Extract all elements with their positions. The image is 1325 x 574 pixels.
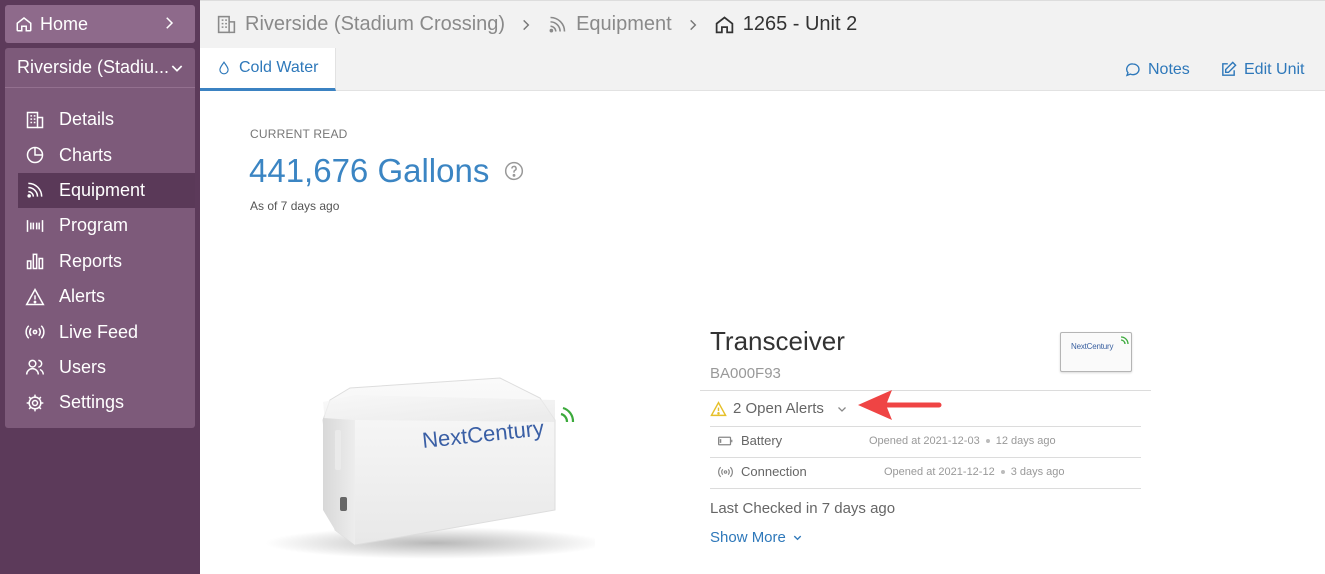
breadcrumb-site[interactable]: Riverside (Stadium Crossing) bbox=[216, 13, 505, 36]
breadcrumb-section-label: Equipment bbox=[576, 13, 672, 35]
notes-label: Notes bbox=[1148, 60, 1190, 78]
chevron-down-icon bbox=[837, 406, 846, 412]
alert-meta: Opened at 2021-12-03 12 days ago bbox=[869, 435, 1056, 447]
alert-name: Battery bbox=[741, 433, 783, 448]
chevron-right-icon bbox=[686, 18, 700, 32]
breadcrumb-unit-label: 1265 - Unit 2 bbox=[742, 13, 858, 35]
show-more-label: Show More bbox=[710, 529, 786, 546]
sidebar-item-label: Live Feed bbox=[59, 321, 139, 342]
sidebar-nav: Details Charts Equipment Program Reports… bbox=[5, 102, 195, 421]
edit-unit-label: Edit Unit bbox=[1244, 60, 1305, 78]
as-of-text: As of 7 days ago bbox=[250, 199, 340, 213]
battery-icon bbox=[718, 436, 733, 445]
home-label: Home bbox=[40, 13, 89, 34]
signal-icon bbox=[1120, 336, 1129, 345]
alert-row-battery[interactable]: Battery bbox=[718, 433, 782, 448]
separator-dot bbox=[985, 439, 990, 443]
chevron-down-icon bbox=[793, 535, 802, 541]
transceiver-image: NextCentury bbox=[265, 377, 595, 559]
divider bbox=[710, 457, 1141, 458]
site-name: Riverside (Stadiu... bbox=[17, 57, 170, 77]
divider bbox=[710, 488, 1141, 489]
help-icon[interactable] bbox=[504, 161, 524, 181]
warning-icon bbox=[25, 287, 45, 305]
sidebar-item-label: Reports bbox=[59, 250, 123, 271]
signal-icon bbox=[549, 16, 566, 33]
broadcast-icon bbox=[718, 466, 733, 477]
sidebar-item-label: Equipment bbox=[59, 179, 146, 200]
sidebar-item-reports[interactable]: Reports bbox=[5, 244, 195, 279]
transceiver-serial: BA000F93 bbox=[710, 365, 781, 382]
open-alerts-toggle[interactable]: 2 Open Alerts bbox=[710, 400, 848, 417]
tab-bar: Cold Water Notes Edit Unit bbox=[200, 48, 1325, 91]
bar-chart-icon bbox=[26, 253, 44, 270]
sidebar-item-live-feed[interactable]: Live Feed bbox=[5, 314, 195, 349]
warning-icon bbox=[710, 400, 727, 416]
chevron-right-icon bbox=[519, 18, 533, 32]
comment-icon bbox=[1125, 62, 1140, 76]
site-panel: Riverside (Stadiu... Details Charts Equi… bbox=[5, 48, 195, 428]
sidebar-item-label: Alerts bbox=[59, 286, 106, 307]
tab-label: Cold Water bbox=[239, 59, 319, 76]
signal-icon bbox=[27, 183, 43, 199]
last-checked-text: Last Checked in 7 days ago bbox=[710, 500, 896, 517]
sidebar-item-label: Settings bbox=[59, 392, 125, 413]
edit-icon bbox=[1222, 61, 1237, 76]
sidebar-item-charts[interactable]: Charts bbox=[5, 137, 195, 172]
tab-cold-water[interactable]: Cold Water bbox=[200, 48, 336, 91]
brand-logo-text: NextCentury bbox=[1071, 342, 1114, 351]
breadcrumb-site-label: Riverside (Stadium Crossing) bbox=[245, 13, 506, 35]
show-more-button[interactable]: Show More bbox=[710, 529, 803, 546]
site-selector[interactable]: Riverside (Stadiu... bbox=[5, 48, 195, 88]
sidebar-item-label: Details bbox=[59, 109, 115, 130]
sidebar-item-equipment[interactable]: Equipment bbox=[18, 172, 195, 209]
users-icon bbox=[25, 360, 45, 376]
alert-row-connection[interactable]: Connection bbox=[718, 464, 807, 479]
notes-button[interactable]: Notes bbox=[1125, 48, 1190, 91]
sidebar-item-details[interactable]: Details bbox=[5, 102, 195, 137]
broadcast-icon bbox=[25, 325, 45, 339]
home-icon bbox=[715, 16, 733, 34]
alert-ago: 12 days ago bbox=[995, 435, 1056, 447]
home-icon bbox=[16, 17, 32, 32]
gear-icon bbox=[26, 394, 44, 412]
alert-meta: Opened at 2021-12-12 3 days ago bbox=[884, 466, 1065, 478]
home-button[interactable]: Home bbox=[5, 5, 195, 43]
alert-ago: 3 days ago bbox=[1010, 466, 1065, 478]
building-icon bbox=[26, 111, 44, 128]
pie-chart-icon bbox=[26, 146, 44, 164]
alert-opened: Opened at 2021-12-03 bbox=[869, 435, 980, 447]
barcode-icon bbox=[26, 220, 44, 232]
edit-unit-button[interactable]: Edit Unit bbox=[1220, 48, 1304, 91]
sidebar-item-label: Program bbox=[59, 215, 129, 236]
sidebar-item-users[interactable]: Users bbox=[5, 350, 195, 385]
divider bbox=[710, 426, 1141, 427]
alert-name: Connection bbox=[741, 464, 807, 479]
annotation-arrow-icon bbox=[858, 390, 942, 420]
current-read: 441,676 Gallons bbox=[249, 152, 524, 190]
sidebar: Home Riverside (Stadiu... Details Charts… bbox=[0, 0, 200, 574]
breadcrumb: Riverside (Stadium Crossing) Equipment 1… bbox=[200, 0, 1325, 48]
sidebar-item-alerts[interactable]: Alerts bbox=[5, 279, 195, 314]
sidebar-item-settings[interactable]: Settings bbox=[5, 385, 195, 420]
breadcrumb-section[interactable]: Equipment bbox=[547, 13, 672, 36]
sidebar-item-label: Charts bbox=[59, 144, 113, 165]
sidebar-item-program[interactable]: Program bbox=[5, 208, 195, 243]
sidebar-item-label: Users bbox=[59, 356, 107, 377]
current-read-label: CURRENT READ bbox=[250, 127, 348, 141]
open-alerts-label: 2 Open Alerts bbox=[733, 400, 824, 417]
transceiver-title: Transceiver bbox=[710, 326, 845, 356]
water-drop-icon bbox=[219, 61, 229, 75]
brand-logo: NextCentury bbox=[1060, 332, 1132, 372]
alert-opened: Opened at 2021-12-12 bbox=[884, 466, 995, 478]
separator-dot bbox=[1000, 470, 1005, 474]
chevron-right-icon bbox=[166, 17, 174, 29]
building-icon bbox=[217, 15, 236, 34]
breadcrumb-unit: 1265 - Unit 2 bbox=[714, 13, 858, 36]
chevron-down-icon bbox=[171, 65, 183, 72]
current-read-value: 441,676 Gallons bbox=[249, 152, 490, 189]
